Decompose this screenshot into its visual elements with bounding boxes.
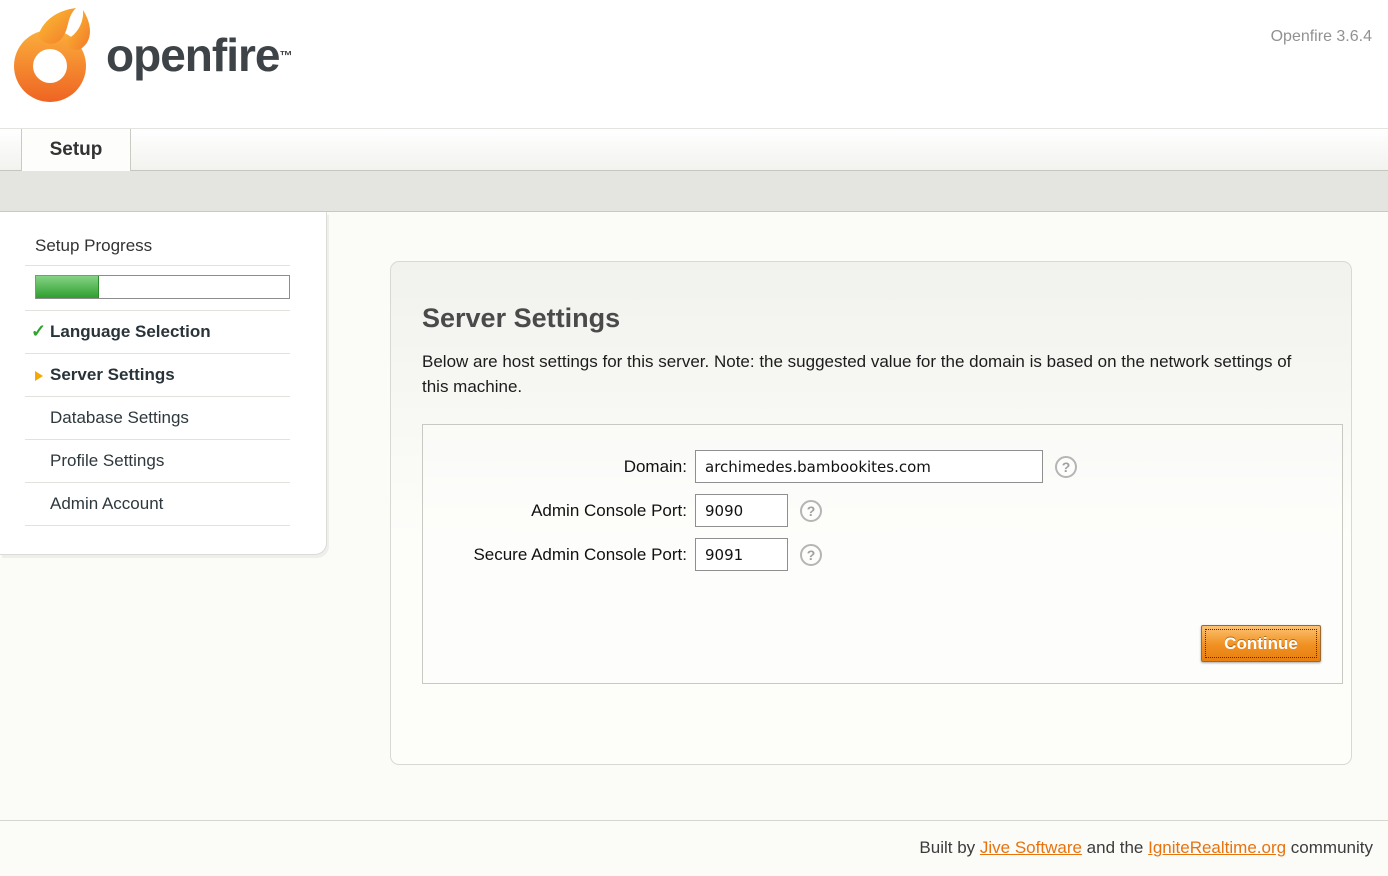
footer: Built by Jive Software and the IgniteRea…	[0, 820, 1388, 875]
tab-bar: Setup	[0, 128, 1388, 171]
setup-progress-sidebar: Setup Progress ✓ Language Selection Serv…	[0, 212, 327, 555]
form-row-domain: Domain: ?	[423, 450, 1342, 483]
jive-software-link[interactable]: Jive Software	[980, 838, 1082, 858]
help-icon[interactable]: ?	[1055, 456, 1077, 478]
form-row-secure-admin-console-port: Secure Admin Console Port: ?	[423, 538, 1342, 571]
sidebar-title: Setup Progress	[0, 236, 326, 265]
secure-admin-console-port-input[interactable]	[695, 538, 788, 571]
help-icon[interactable]: ?	[800, 544, 822, 566]
content-area: Setup Progress ✓ Language Selection Serv…	[0, 212, 1388, 820]
version-label: Openfire 3.6.4	[1271, 28, 1372, 46]
footer-text: Built by	[919, 838, 979, 858]
help-icon[interactable]: ?	[800, 500, 822, 522]
admin-console-port-label: Admin Console Port:	[423, 501, 695, 521]
tab-setup[interactable]: Setup	[21, 129, 131, 171]
openfire-logo: openfire ™	[12, 6, 292, 104]
sidebar-item-database-settings[interactable]: Database Settings	[0, 397, 326, 439]
page-description: Below are host settings for this server.…	[422, 350, 1292, 399]
form-row-admin-console-port: Admin Console Port: ?	[423, 494, 1342, 527]
secure-admin-console-port-label: Secure Admin Console Port:	[423, 545, 695, 565]
divider	[25, 265, 290, 266]
page-title: Server Settings	[422, 303, 1343, 334]
header: openfire ™ Openfire 3.6.4	[0, 0, 1388, 128]
admin-console-port-input[interactable]	[695, 494, 788, 527]
brand-name: openfire	[106, 28, 279, 82]
subnav-bar	[0, 171, 1388, 212]
flame-icon	[12, 6, 94, 104]
main-panel: Server Settings Below are host settings …	[390, 261, 1352, 765]
domain-label: Domain:	[423, 457, 695, 477]
sidebar-item-label: Profile Settings	[50, 451, 164, 470]
sidebar-item-label: Server Settings	[50, 365, 175, 384]
sidebar-item-language-selection[interactable]: ✓ Language Selection	[0, 311, 326, 353]
server-settings-form: Domain: ? Admin Console Port: ? Secure A…	[422, 424, 1343, 684]
footer-text: community	[1286, 838, 1373, 858]
sidebar-item-profile-settings[interactable]: Profile Settings	[0, 440, 326, 482]
arrow-right-icon	[35, 371, 43, 381]
sidebar-item-admin-account[interactable]: Admin Account	[0, 483, 326, 525]
brand-trademark: ™	[279, 48, 292, 63]
domain-input[interactable]	[695, 450, 1043, 483]
igniterealtime-link[interactable]: IgniteRealtime.org	[1148, 838, 1286, 858]
footer-text: and the	[1082, 838, 1148, 858]
sidebar-item-label: Admin Account	[50, 494, 163, 513]
sidebar-item-label: Language Selection	[50, 322, 211, 341]
check-icon: ✓	[31, 321, 46, 342]
sidebar-item-server-settings[interactable]: Server Settings	[0, 354, 326, 396]
progress-fill	[36, 276, 99, 298]
sidebar-item-label: Database Settings	[50, 408, 189, 427]
divider	[25, 525, 290, 526]
continue-button[interactable]: Continue	[1201, 625, 1321, 662]
progress-bar	[35, 275, 290, 299]
